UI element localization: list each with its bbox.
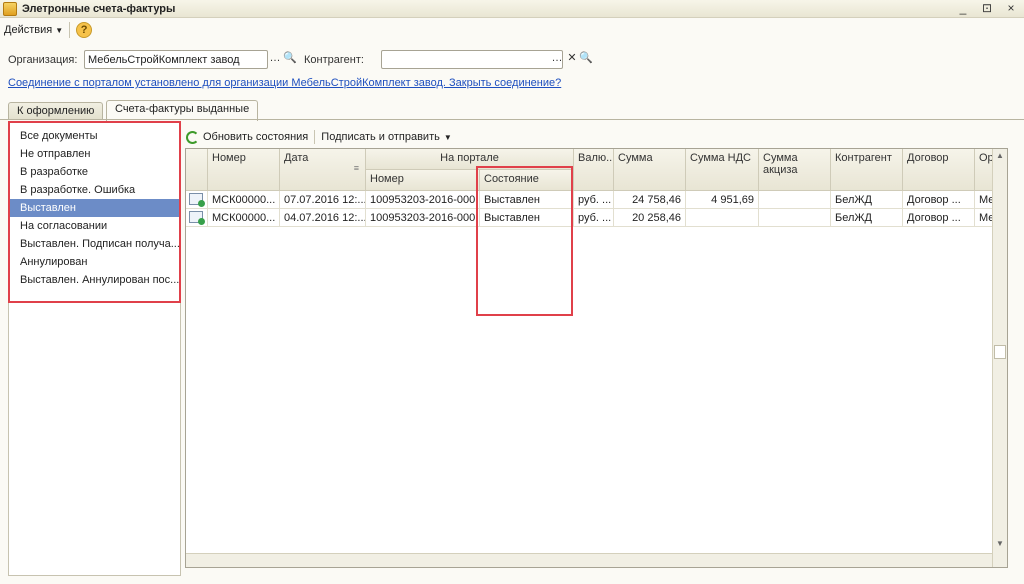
toolbar-divider bbox=[314, 130, 316, 144]
minimize-button[interactable]: _ bbox=[956, 1, 970, 15]
header-date[interactable]: Дата ≡ bbox=[280, 149, 366, 191]
header-org[interactable]: Орг bbox=[975, 149, 993, 191]
scroll-down-icon[interactable]: ▼ bbox=[994, 537, 1006, 551]
status-item-in-development[interactable]: В разработке bbox=[10, 163, 179, 181]
status-item-issued-signed[interactable]: Выставлен. Подписан получа... bbox=[10, 235, 179, 253]
connection-link[interactable]: Соединение с порталом установлено для ор… bbox=[8, 77, 561, 89]
status-item-all[interactable]: Все документы bbox=[10, 127, 179, 145]
menu-divider bbox=[69, 22, 71, 38]
counterparty-select-button[interactable]: … bbox=[550, 50, 564, 69]
clear-icon[interactable]: ✕ bbox=[565, 50, 579, 69]
header-currency[interactable]: Валю... bbox=[574, 149, 614, 191]
cell-contract: Договор ... bbox=[903, 191, 975, 209]
scroll-thumb[interactable] bbox=[994, 345, 1006, 359]
tab-strip: К оформлению Счета-фактуры выданные bbox=[0, 100, 1024, 121]
header-vat[interactable]: Сумма НДС bbox=[686, 149, 759, 191]
status-item-on-approval[interactable]: На согласовании bbox=[10, 217, 179, 235]
row-status-cell bbox=[186, 209, 208, 227]
actions-menu[interactable]: Действия ▼ bbox=[4, 24, 63, 36]
icon-column-header bbox=[186, 149, 208, 191]
org-select-button[interactable]: … bbox=[268, 50, 282, 69]
org-field[interactable]: МебельСтройКомплект завод bbox=[84, 50, 268, 69]
sign-send-button[interactable]: Подписать и отправить bbox=[321, 131, 440, 143]
counterparty-field[interactable] bbox=[381, 50, 563, 69]
window-title: Элетронные счета-фактуры bbox=[22, 2, 176, 15]
row-status-cell bbox=[186, 191, 208, 209]
counterparty-search-icon[interactable]: 🔍 bbox=[579, 50, 593, 69]
header-number[interactable]: Номер bbox=[208, 149, 280, 191]
cell-number: МСК00000... bbox=[208, 209, 280, 227]
chevron-down-icon: ▼ bbox=[55, 25, 64, 35]
sort-icon: ≡ bbox=[353, 163, 359, 173]
header-counterparty[interactable]: Контрагент bbox=[831, 149, 903, 191]
filter-row: Организация: МебельСтройКомплект завод …… bbox=[0, 48, 1024, 72]
org-search-icon[interactable]: 🔍 bbox=[283, 50, 297, 69]
status-item-issued-cancelled[interactable]: Выставлен. Аннулирован пос... bbox=[10, 271, 179, 289]
org-label: Организация: bbox=[8, 54, 78, 66]
cell-org: Ме bbox=[975, 209, 993, 227]
cell-counterparty: БелЖД bbox=[831, 209, 903, 227]
cell-currency: руб. ... bbox=[574, 209, 614, 227]
cell-excise bbox=[759, 191, 831, 209]
header-sum[interactable]: Сумма bbox=[614, 149, 686, 191]
state-column-highlight bbox=[476, 166, 573, 316]
cell-date: 07.07.2016 12:... bbox=[280, 191, 366, 209]
status-item-development-error[interactable]: В разработке. Ошибка bbox=[10, 181, 179, 199]
document-sent-icon bbox=[189, 193, 205, 207]
cell-portal-number: 100953203-2016-000... bbox=[366, 191, 480, 209]
tab-divider bbox=[0, 119, 1024, 120]
cell-portal-number: 100953203-2016-000... bbox=[366, 209, 480, 227]
tab-to-issue[interactable]: К оформлению bbox=[8, 102, 104, 120]
header-portal-number[interactable]: Номер bbox=[366, 170, 480, 191]
status-item-issued[interactable]: Выставлен bbox=[10, 199, 179, 217]
invoices-table: Номер Дата ≡ На портале Номер Состояние … bbox=[185, 148, 1008, 568]
cell-date: 04.07.2016 12:... bbox=[280, 209, 366, 227]
refresh-icon bbox=[186, 130, 199, 144]
cell-sum: 24 758,46 bbox=[614, 191, 686, 209]
cell-org: Ме bbox=[975, 191, 993, 209]
actions-menu-label: Действия bbox=[4, 24, 53, 36]
status-item-cancelled[interactable]: Аннулирован bbox=[10, 253, 179, 271]
horizontal-scrollbar[interactable] bbox=[186, 553, 992, 567]
app-icon bbox=[3, 1, 17, 16]
cell-contract: Договор ... bbox=[903, 209, 975, 227]
close-button[interactable]: × bbox=[1004, 1, 1018, 15]
header-contract[interactable]: Договор bbox=[903, 149, 975, 191]
cell-currency: руб. ... bbox=[574, 191, 614, 209]
tab-issued-invoices[interactable]: Счета-фактуры выданные bbox=[106, 100, 259, 121]
vertical-scrollbar[interactable]: ▲ ▼ bbox=[992, 149, 1007, 567]
header-date-label: Дата bbox=[284, 152, 309, 164]
cell-vat: 4 951,69 bbox=[686, 191, 759, 209]
grid-toolbar: Обновить состояния Подписать и отправить… bbox=[186, 127, 452, 147]
help-button[interactable]: ? bbox=[76, 22, 93, 38]
header-excise[interactable]: Сумма акциза bbox=[759, 149, 831, 191]
scroll-up-icon[interactable]: ▲ bbox=[994, 149, 1006, 163]
document-sent-icon bbox=[189, 211, 205, 225]
cell-excise bbox=[759, 209, 831, 227]
restore-button[interactable]: ⊡ bbox=[980, 1, 994, 15]
chevron-down-icon: ▼ bbox=[443, 132, 452, 142]
refresh-states-button[interactable]: Обновить состояния bbox=[203, 131, 308, 143]
title-bar: Элетронные счета-фактуры _ ⊡ × bbox=[0, 0, 1024, 18]
menu-bar: Действия ▼ ? bbox=[0, 19, 1024, 41]
status-list: Все документы Не отправлен В разработке … bbox=[8, 121, 181, 303]
cell-counterparty: БелЖД bbox=[831, 191, 903, 209]
cell-vat bbox=[686, 209, 759, 227]
counterparty-label: Контрагент: bbox=[304, 54, 364, 66]
cell-number: МСК00000... bbox=[208, 191, 280, 209]
cell-sum: 20 258,46 bbox=[614, 209, 686, 227]
org-field-value: МебельСтройКомплект завод bbox=[88, 53, 240, 66]
status-item-not-sent[interactable]: Не отправлен bbox=[10, 145, 179, 163]
